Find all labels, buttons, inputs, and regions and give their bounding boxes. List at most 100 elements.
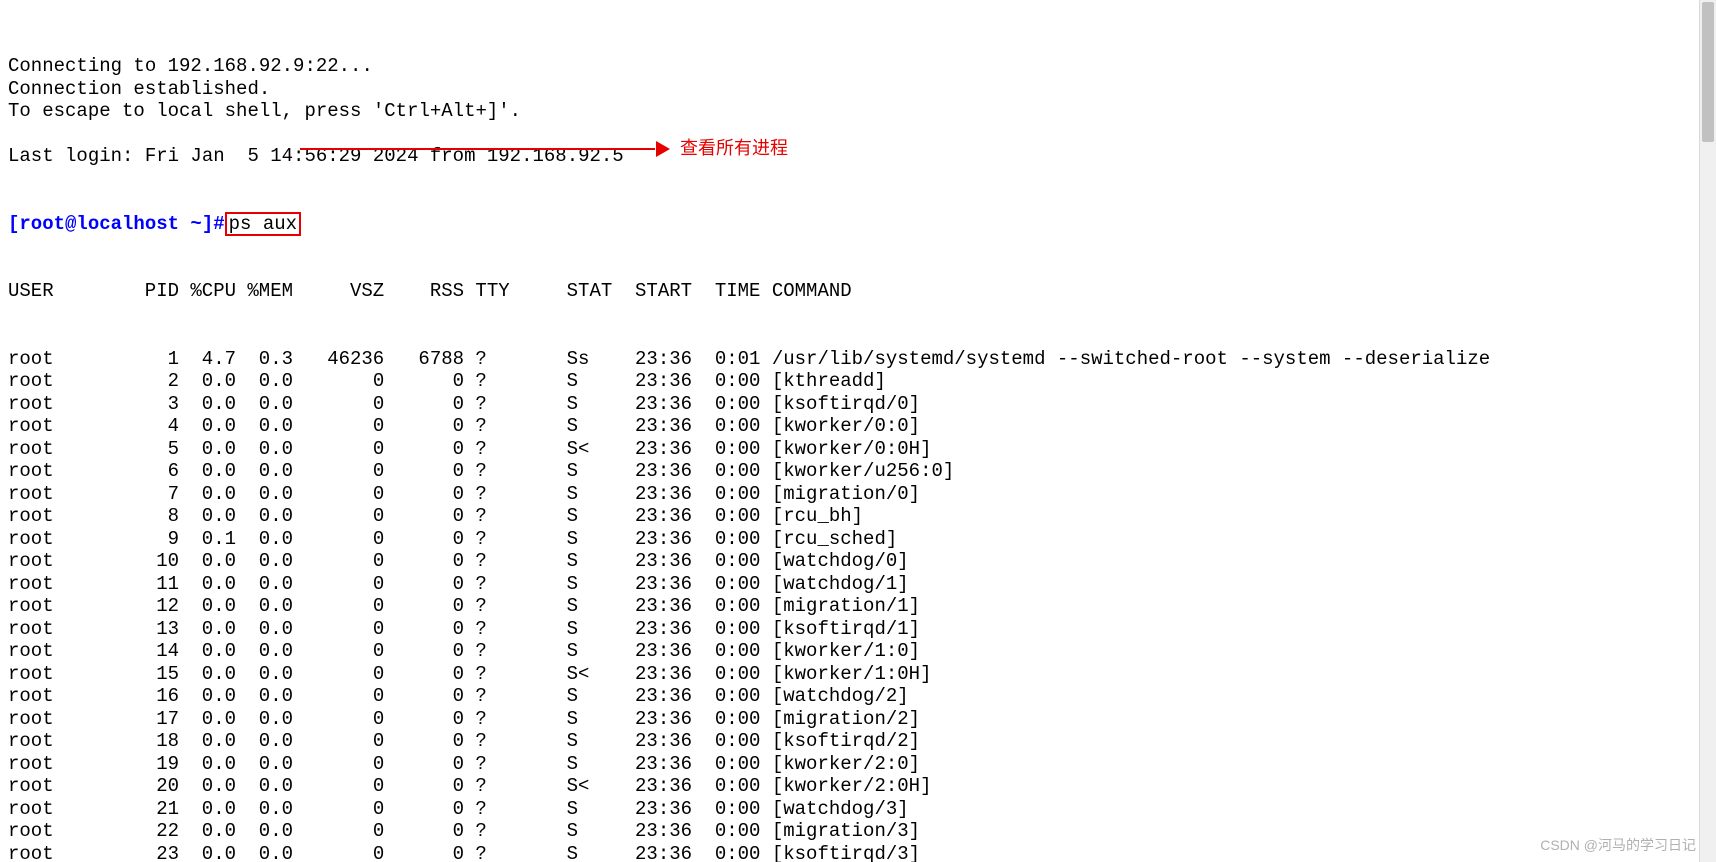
cell-stat: S: [567, 528, 624, 551]
cell-mem: 0.0: [236, 730, 293, 753]
cell-stat: S: [567, 753, 624, 776]
cell-cmd: [kworker/0:0H]: [760, 438, 931, 460]
terminal-output[interactable]: Connecting to 192.168.92.9:22...Connecti…: [0, 0, 1700, 862]
cell-cpu: 0.0: [179, 393, 236, 416]
cell-user: root: [8, 708, 99, 731]
cell-time: 0:00: [692, 573, 760, 596]
cell-time: 0:00: [692, 393, 760, 416]
cell-user: root: [8, 393, 99, 416]
cell-mem: 0.0: [236, 438, 293, 461]
cell-start: 23:36: [624, 843, 692, 862]
cell-cmd: [ksoftirqd/0]: [760, 393, 920, 415]
cell-pid: 23: [99, 843, 179, 862]
cell-rss: 0: [384, 730, 464, 753]
cell-cmd: [rcu_bh]: [760, 505, 863, 527]
cell-mem: 0.0: [236, 843, 293, 862]
cell-tty: ?: [464, 685, 567, 708]
cell-mem: 0.0: [236, 415, 293, 438]
cell-cmd: [kworker/1:0H]: [760, 663, 931, 685]
cell-pid: 18: [99, 730, 179, 753]
process-row: root50.00.000?S<23:360:00[kworker/0:0H]: [8, 438, 1700, 461]
process-row: root120.00.000?S23:360:00[migration/1]: [8, 595, 1700, 618]
cell-stat: S<: [567, 663, 624, 686]
cell-user: root: [8, 438, 99, 461]
cell-stat: S: [567, 798, 624, 821]
cell-user: root: [8, 663, 99, 686]
cell-cpu: 0.0: [179, 483, 236, 506]
cell-rss: 0: [384, 573, 464, 596]
cell-vsz: 0: [293, 708, 384, 731]
cell-stat: S<: [567, 438, 624, 461]
cell-start: 23:36: [624, 505, 692, 528]
scrollbar[interactable]: [1699, 0, 1716, 862]
cell-tty: ?: [464, 528, 567, 551]
cell-time: 0:00: [692, 528, 760, 551]
process-row: root70.00.000?S23:360:00[migration/0]: [8, 483, 1700, 506]
cell-rss: 6788: [384, 348, 464, 371]
cell-cpu: 0.0: [179, 685, 236, 708]
cell-mem: 0.3: [236, 348, 293, 371]
scrollbar-thumb[interactable]: [1702, 2, 1714, 142]
process-row: root140.00.000?S23:360:00[kworker/1:0]: [8, 640, 1700, 663]
cell-vsz: 0: [293, 370, 384, 393]
cell-cmd: [ksoftirqd/3]: [760, 843, 920, 862]
cell-start: 23:36: [624, 393, 692, 416]
cell-rss: 0: [384, 843, 464, 862]
cell-stat: S: [567, 573, 624, 596]
cell-stat: S: [567, 730, 624, 753]
cell-user: root: [8, 415, 99, 438]
cell-cpu: 0.0: [179, 730, 236, 753]
cell-start: 23:36: [624, 438, 692, 461]
cell-stat: S: [567, 708, 624, 731]
hdr-tty: TTY: [464, 280, 567, 303]
cell-cmd: [kworker/1:0]: [760, 640, 920, 662]
cell-time: 0:00: [692, 775, 760, 798]
cell-pid: 20: [99, 775, 179, 798]
hdr-vsz: VSZ: [293, 280, 384, 303]
cell-user: root: [8, 730, 99, 753]
cell-stat: S: [567, 595, 624, 618]
cell-stat: S: [567, 393, 624, 416]
cell-cpu: 4.7: [179, 348, 236, 371]
cell-pid: 21: [99, 798, 179, 821]
cell-cpu: 0.0: [179, 820, 236, 843]
cell-stat: S: [567, 820, 624, 843]
cell-tty: ?: [464, 775, 567, 798]
cell-user: root: [8, 775, 99, 798]
cell-vsz: 0: [293, 595, 384, 618]
ps-header-row: USERPID%CPU%MEMVSZRSSTTYSTATSTARTTIMECOM…: [8, 280, 1700, 303]
cell-mem: 0.0: [236, 775, 293, 798]
cell-vsz: 0: [293, 415, 384, 438]
cell-mem: 0.0: [236, 370, 293, 393]
cell-cmd: [migration/2]: [760, 708, 920, 730]
cell-start: 23:36: [624, 370, 692, 393]
cell-pid: 3: [99, 393, 179, 416]
cell-time: 0:00: [692, 370, 760, 393]
cell-stat: S: [567, 460, 624, 483]
cell-cmd: [ksoftirqd/1]: [760, 618, 920, 640]
cell-time: 0:00: [692, 663, 760, 686]
cell-user: root: [8, 843, 99, 862]
cell-tty: ?: [464, 843, 567, 862]
cell-pid: 2: [99, 370, 179, 393]
cell-start: 23:36: [624, 820, 692, 843]
cell-rss: 0: [384, 820, 464, 843]
cell-vsz: 0: [293, 663, 384, 686]
cell-pid: 1: [99, 348, 179, 371]
cell-rss: 0: [384, 640, 464, 663]
cell-tty: ?: [464, 415, 567, 438]
cell-rss: 0: [384, 618, 464, 641]
process-row: root200.00.000?S<23:360:00[kworker/2:0H]: [8, 775, 1700, 798]
cell-rss: 0: [384, 595, 464, 618]
cell-cmd: [migration/0]: [760, 483, 920, 505]
cell-cmd: [watchdog/3]: [760, 798, 908, 820]
cell-start: 23:36: [624, 348, 692, 371]
cell-user: root: [8, 618, 99, 641]
cell-user: root: [8, 483, 99, 506]
cell-mem: 0.0: [236, 753, 293, 776]
process-row: root90.10.000?S23:360:00[rcu_sched]: [8, 528, 1700, 551]
cell-vsz: 0: [293, 820, 384, 843]
cell-pid: 14: [99, 640, 179, 663]
cell-cmd: /usr/lib/systemd/systemd --switched-root…: [760, 348, 1490, 370]
cell-tty: ?: [464, 618, 567, 641]
